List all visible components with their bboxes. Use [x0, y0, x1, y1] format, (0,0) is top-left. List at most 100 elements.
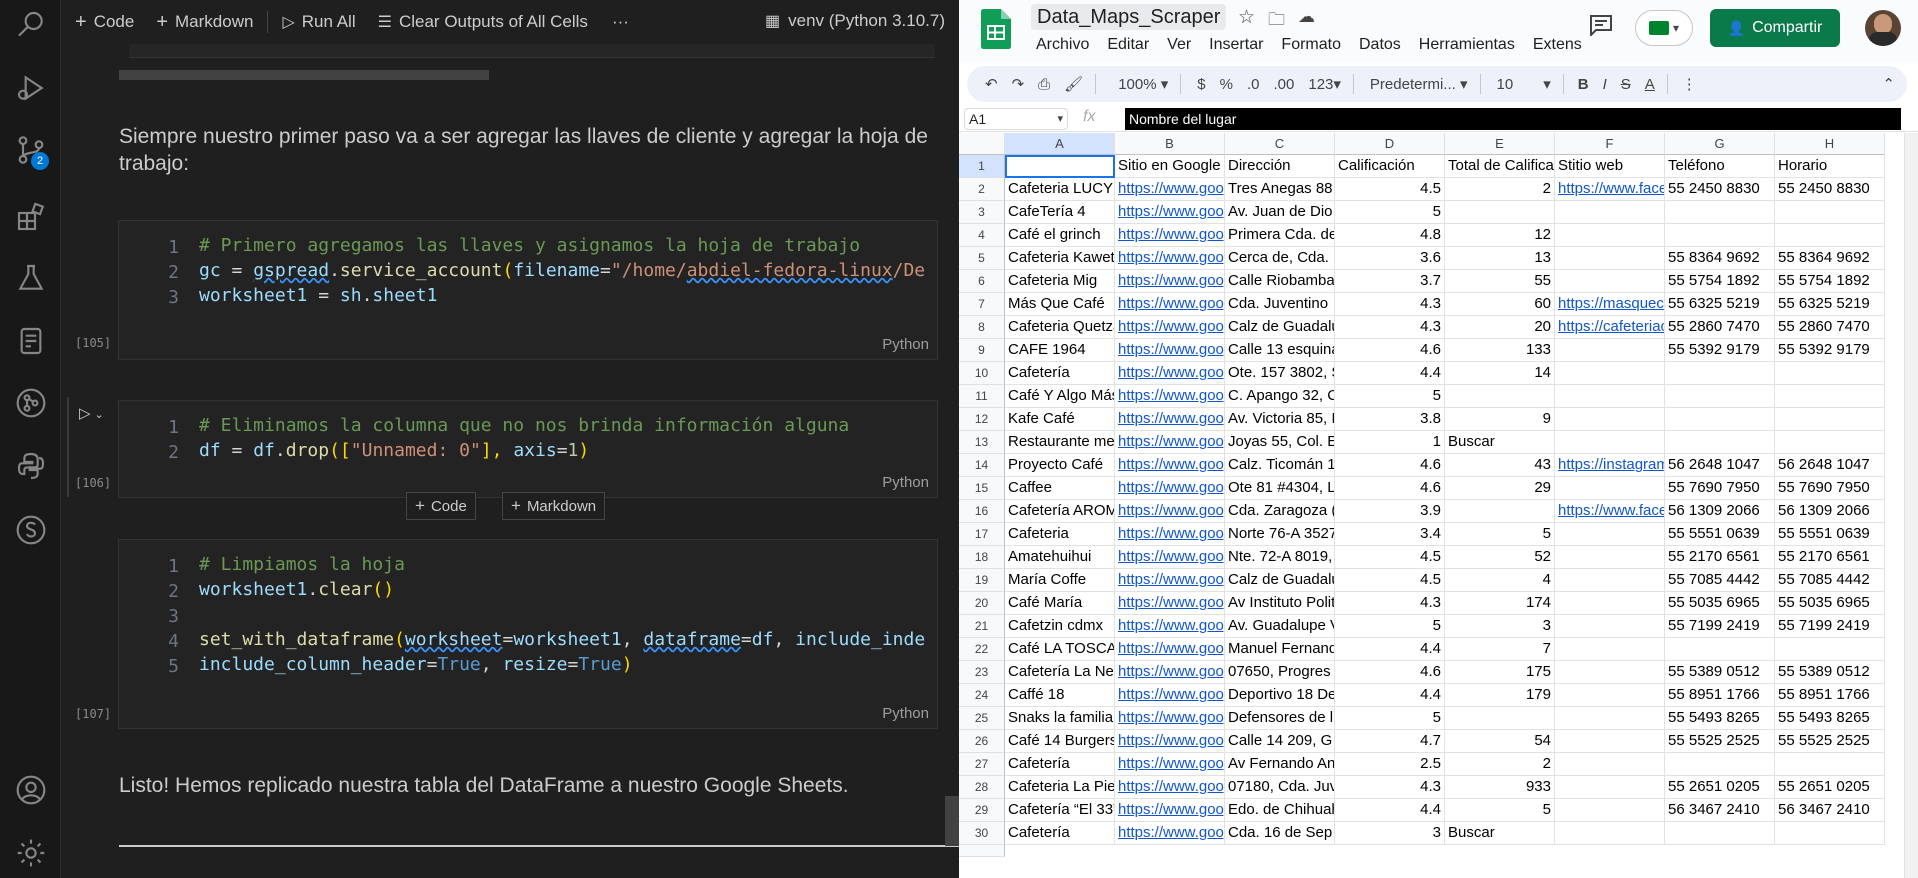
- cell-c29[interactable]: Edo. de Chihuah: [1225, 799, 1335, 822]
- cell-a3[interactable]: CafeTería 4: [1005, 201, 1115, 224]
- cell-a21[interactable]: Cafetzin cdmx: [1005, 615, 1115, 638]
- cell-d12[interactable]: 3.8: [1335, 408, 1445, 431]
- cell-f2[interactable]: https://www.face: [1555, 178, 1665, 201]
- cell-d18[interactable]: 4.5: [1335, 546, 1445, 569]
- insert-code-cell-button[interactable]: + Code: [406, 492, 476, 520]
- cell-g24[interactable]: 55 8951 1766: [1665, 684, 1775, 707]
- sheets-logo-icon[interactable]: [981, 9, 1011, 49]
- row-header[interactable]: 1: [959, 155, 1005, 178]
- cell-f11[interactable]: [1555, 385, 1665, 408]
- cell-h25[interactable]: 55 5493 8265: [1775, 707, 1885, 730]
- cell-f13[interactable]: [1555, 431, 1665, 454]
- cell-d11[interactable]: 5: [1335, 385, 1445, 408]
- cell-a12[interactable]: Kafe Café: [1005, 408, 1115, 431]
- zoom-select[interactable]: 100% ▾: [1118, 75, 1168, 93]
- manage-gear-icon[interactable]: [0, 828, 61, 878]
- cell-e13[interactable]: Buscar: [1445, 431, 1555, 454]
- cell-b6[interactable]: https://www.goog: [1115, 270, 1225, 293]
- name-box[interactable]: A1 ▾: [964, 108, 1068, 130]
- cell-f25[interactable]: [1555, 707, 1665, 730]
- cell-g21[interactable]: 55 7199 2419: [1665, 615, 1775, 638]
- cell-a1[interactable]: [1005, 155, 1115, 178]
- cell-b20[interactable]: https://www.goog: [1115, 592, 1225, 615]
- cell-h7[interactable]: 55 6325 5219: [1775, 293, 1885, 316]
- cell-f30[interactable]: [1555, 822, 1665, 845]
- cell-f1[interactable]: Stitio web: [1555, 155, 1665, 178]
- git-graph-icon[interactable]: [0, 378, 61, 428]
- column-header-a[interactable]: A: [1005, 133, 1115, 155]
- markdown-cell-conclusion[interactable]: Listo! Hemos replicado nuestra tabla del…: [119, 772, 849, 799]
- cell-c11[interactable]: C. Apango 32, C: [1225, 385, 1335, 408]
- cell-a24[interactable]: Caffé 18: [1005, 684, 1115, 707]
- cell-g19[interactable]: 55 7085 4442: [1665, 569, 1775, 592]
- strikethrough-button[interactable]: S: [1621, 76, 1631, 93]
- row-header[interactable]: 27: [959, 753, 1005, 776]
- clear-outputs-button[interactable]: ☰ Clear Outputs of All Cells: [378, 12, 588, 32]
- cell-f22[interactable]: [1555, 638, 1665, 661]
- row-header[interactable]: 29: [959, 799, 1005, 822]
- cell-b1[interactable]: Sitio en Google M: [1115, 155, 1225, 178]
- cell-h27[interactable]: [1775, 753, 1885, 776]
- comments-icon[interactable]: [1589, 14, 1613, 36]
- cell-f19[interactable]: [1555, 569, 1665, 592]
- italic-button[interactable]: I: [1603, 76, 1607, 93]
- cell-b2[interactable]: https://www.goog: [1115, 178, 1225, 201]
- cell-c13[interactable]: Joyas 55, Col. E: [1225, 431, 1335, 454]
- menu-insertar[interactable]: Insertar: [1209, 36, 1263, 54]
- cell-h26[interactable]: 55 5525 2525: [1775, 730, 1885, 753]
- cell-f24[interactable]: [1555, 684, 1665, 707]
- cell-g7[interactable]: 55 6325 5219: [1665, 293, 1775, 316]
- account-icon[interactable]: [0, 765, 61, 815]
- cell-e12[interactable]: 9: [1445, 408, 1555, 431]
- cell-b18[interactable]: https://www.goog: [1115, 546, 1225, 569]
- row-header[interactable]: 24: [959, 684, 1005, 707]
- cell-e14[interactable]: 43: [1445, 454, 1555, 477]
- cell-h28[interactable]: 55 2651 0205: [1775, 776, 1885, 799]
- cell-f28[interactable]: [1555, 776, 1665, 799]
- jupyter-icon[interactable]: [0, 316, 61, 366]
- cell-d3[interactable]: 5: [1335, 201, 1445, 224]
- cell-g22[interactable]: [1665, 638, 1775, 661]
- row-header[interactable]: 8: [959, 316, 1005, 339]
- cell-a19[interactable]: María Coffe: [1005, 569, 1115, 592]
- menu-extensiones[interactable]: Extens: [1533, 36, 1582, 54]
- cell-d6[interactable]: 3.7: [1335, 270, 1445, 293]
- more-actions-button[interactable]: ···: [612, 12, 629, 32]
- cell-e15[interactable]: 29: [1445, 477, 1555, 500]
- cell-b19[interactable]: https://www.goog: [1115, 569, 1225, 592]
- cell-d27[interactable]: 2.5: [1335, 753, 1445, 776]
- cell-d20[interactable]: 4.3: [1335, 592, 1445, 615]
- code-cell-107[interactable]: 12345 # Limpiamos la hoja worksheet1.cle…: [118, 539, 938, 729]
- cell-e30[interactable]: Buscar: [1445, 822, 1555, 845]
- vertical-scrollbar[interactable]: [1904, 133, 1918, 878]
- cell-f20[interactable]: [1555, 592, 1665, 615]
- cell-a5[interactable]: Cafeteria Kawet: [1005, 247, 1115, 270]
- cell-d30[interactable]: 3: [1335, 822, 1445, 845]
- cell-c6[interactable]: Calle Riobamba: [1225, 270, 1335, 293]
- cell-f6[interactable]: [1555, 270, 1665, 293]
- cell-e22[interactable]: 7: [1445, 638, 1555, 661]
- cell-h24[interactable]: 55 8951 1766: [1775, 684, 1885, 707]
- cell-c18[interactable]: Nte. 72-A 8019,: [1225, 546, 1335, 569]
- cell-e11[interactable]: [1445, 385, 1555, 408]
- cell-f10[interactable]: [1555, 362, 1665, 385]
- cell-d7[interactable]: 4.3: [1335, 293, 1445, 316]
- cell-e3[interactable]: [1445, 201, 1555, 224]
- search-icon[interactable]: [0, 0, 61, 50]
- row-header[interactable]: 15: [959, 477, 1005, 500]
- cell-h10[interactable]: [1775, 362, 1885, 385]
- cell-f3[interactable]: [1555, 201, 1665, 224]
- cell-g14[interactable]: 56 2648 1047: [1665, 454, 1775, 477]
- cell-b30[interactable]: https://www.goog: [1115, 822, 1225, 845]
- cell-h15[interactable]: 55 7690 7950: [1775, 477, 1885, 500]
- cell-c28[interactable]: 07180, Cda. Juv: [1225, 776, 1335, 799]
- cell-g9[interactable]: 55 5392 9179: [1665, 339, 1775, 362]
- cell-g12[interactable]: [1665, 408, 1775, 431]
- cell-b22[interactable]: https://www.goog: [1115, 638, 1225, 661]
- document-title[interactable]: Data_Maps_Scraper: [1031, 4, 1227, 30]
- cell-d14[interactable]: 4.6: [1335, 454, 1445, 477]
- cell-f29[interactable]: [1555, 799, 1665, 822]
- cell-c8[interactable]: Calz de Guadalu: [1225, 316, 1335, 339]
- add-code-button[interactable]: + Code: [75, 11, 134, 34]
- cell-h14[interactable]: 56 2648 1047: [1775, 454, 1885, 477]
